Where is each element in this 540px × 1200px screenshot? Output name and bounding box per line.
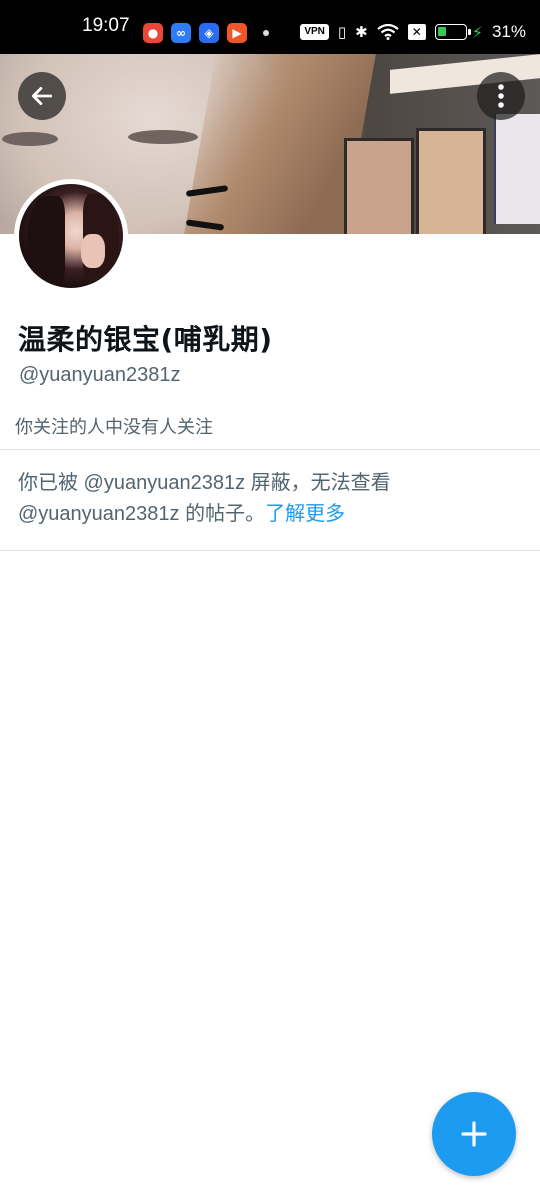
more-notifications-dot-icon	[263, 30, 269, 36]
avatar-hair-left	[27, 196, 65, 286]
battery-icon	[434, 24, 471, 40]
charging-icon: ⚡	[471, 22, 483, 42]
bluetooth-icon: ✱	[355, 23, 368, 41]
profile-screen: 19:07 ● ∞ ◈ ▶ VPN ▯ ✱ ✕ ⚡ 31% 温柔的银宝(哺乳期)…	[0, 0, 540, 1200]
more-options-button[interactable]	[477, 72, 525, 120]
back-button[interactable]	[18, 72, 66, 120]
profile-avatar[interactable]	[14, 179, 128, 293]
banner-menu-board-left	[344, 138, 414, 234]
app-play-icon: ▶	[227, 23, 247, 43]
avatar-photo	[19, 184, 123, 288]
app-shield-icon: ◈	[199, 23, 219, 43]
status-time: 19:07	[82, 15, 130, 36]
banner-eye-left	[2, 132, 58, 146]
system-icons: VPN ▯ ✱ ✕ ⚡ 31%	[300, 22, 526, 42]
user-handle: @yuanyuan2381z	[19, 364, 181, 386]
status-bar: 19:07 ● ∞ ◈ ▶ VPN ▯ ✱ ✕ ⚡ 31%	[0, 0, 540, 54]
no-sim-icon: ✕	[407, 24, 426, 40]
notification-icons: ● ∞ ◈ ▶	[143, 23, 269, 43]
display-name: 温柔的银宝(哺乳期)	[18, 323, 273, 356]
followers-you-know[interactable]: 你关注的人中没有人关注	[15, 413, 213, 439]
avatar-hand	[81, 234, 105, 268]
compose-button[interactable]	[432, 1092, 516, 1176]
vibrate-icon: ▯	[337, 23, 347, 41]
blocked-notice: 你已被 @yuanyuan2381z 屏蔽，无法查看 @yuanyuan2381…	[18, 468, 518, 530]
divider-bottom	[0, 550, 540, 551]
vpn-badge: VPN	[300, 24, 329, 40]
battery-fill	[437, 27, 446, 36]
plus-icon	[461, 1121, 487, 1147]
banner-menu-board-right	[416, 128, 486, 234]
arrow-left-icon	[31, 87, 53, 105]
battery-percent: 31%	[491, 22, 526, 41]
banner-plate	[494, 114, 540, 224]
learn-more-link[interactable]: 了解更多	[265, 503, 345, 525]
wifi-icon	[377, 24, 399, 40]
more-vertical-icon	[498, 84, 504, 108]
app-infinity-icon: ∞	[171, 23, 191, 43]
banner-eye-right	[128, 130, 198, 144]
app-red-icon: ●	[143, 23, 163, 43]
divider-top	[0, 449, 540, 450]
